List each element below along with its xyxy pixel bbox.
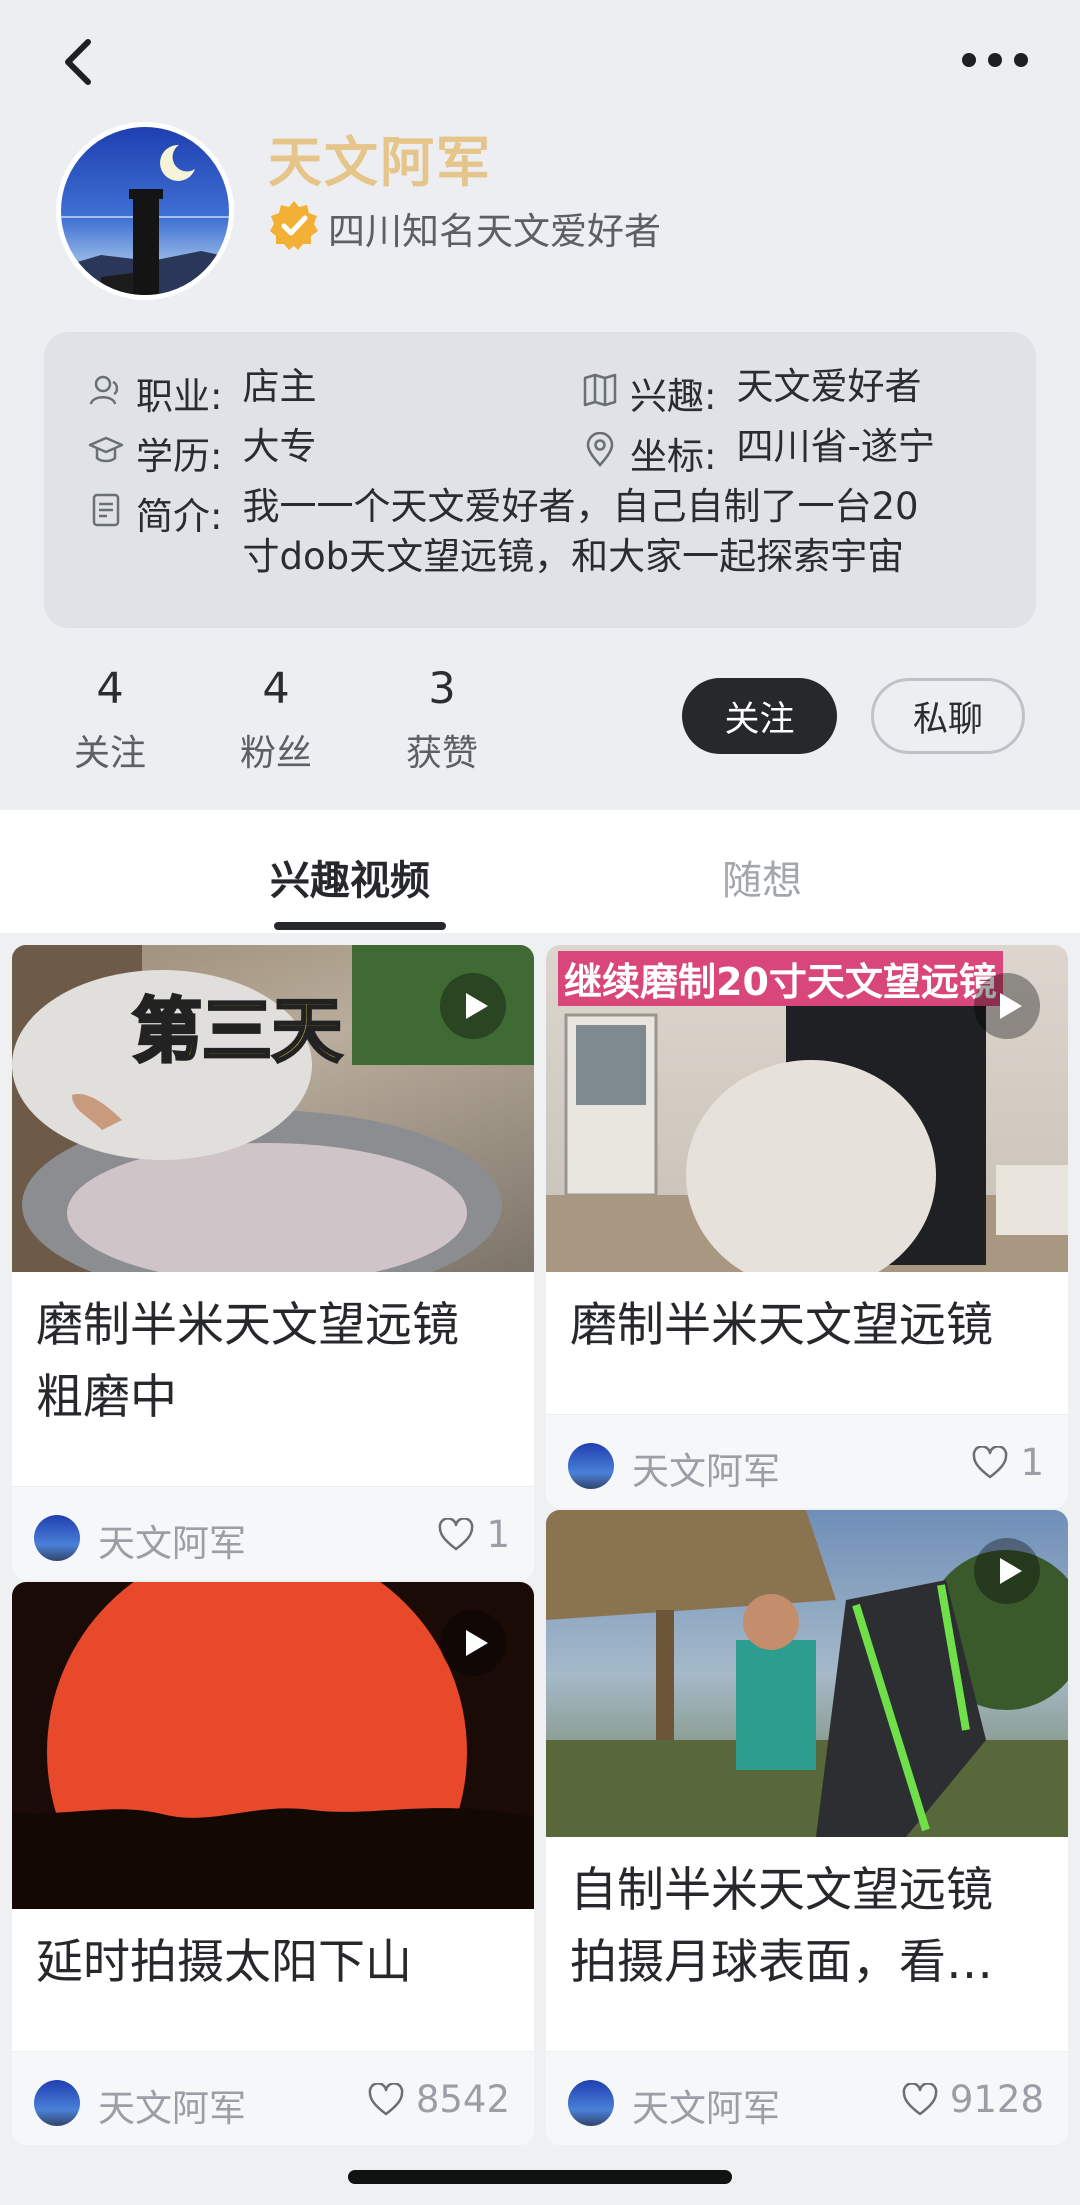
- avatar-image: [61, 144, 229, 295]
- bio-line-2: 寸dob天文望远镜，和大家一起探索宇宙: [242, 535, 905, 578]
- location-value: 四川省-遂宁: [736, 425, 935, 468]
- video-feed: 第三天 磨制半米天文望远镜 粗磨中 天文阿军 1 继续磨制20寸天文望远镜 磨制…: [0, 933, 1080, 2205]
- video-card[interactable]: 第三天 磨制半米天文望远镜 粗磨中 天文阿军 1: [12, 945, 534, 1580]
- video-title-line-1: 自制半米天文望远镜: [570, 1863, 993, 1918]
- stat-following-label: 关注: [73, 733, 146, 774]
- interest-label: 兴趣:: [630, 375, 717, 418]
- video-thumbnail: 第三天: [12, 945, 534, 1272]
- like-count: 9128: [949, 2078, 1044, 2121]
- back-button[interactable]: [52, 32, 112, 92]
- like-button[interactable]: 9128: [902, 2078, 1044, 2121]
- active-tab-indicator: [274, 922, 446, 930]
- stat-likes-num: 3: [428, 664, 456, 714]
- bio-label: 简介:: [136, 495, 223, 538]
- stat-likes[interactable]: 3 获赞: [382, 664, 502, 776]
- stat-following-num: 4: [96, 664, 124, 714]
- bio-text: 我一一个天文爱好者，自己自制了一台20 寸dob天文望远镜，和大家一起探索宇宙: [242, 482, 918, 582]
- info-interest: 兴趣: 天文爱好者: [582, 365, 921, 420]
- video-title-line-2: 粗磨中: [36, 1370, 177, 1425]
- author-name[interactable]: 天文阿军: [632, 2078, 780, 2132]
- thumbnail-caption: 第三天: [131, 989, 344, 1074]
- video-title-line-1: 延时拍摄太阳下山: [36, 1935, 412, 1990]
- more-button[interactable]: [955, 40, 1035, 80]
- like-count: 1: [1020, 1441, 1044, 1484]
- document-icon: [92, 493, 120, 527]
- profile-info-card: 职业: 店主 兴趣: 天文爱好者 学历: 大专 坐标: 四川省-遂宁 简介: 我…: [44, 332, 1036, 628]
- stat-fans[interactable]: 4 粉丝: [216, 664, 336, 776]
- chevron-left-icon: [65, 39, 91, 85]
- heart-icon: [902, 2082, 938, 2115]
- info-education: 学历: 大专: [88, 425, 316, 480]
- private-chat-button[interactable]: 私聊: [871, 678, 1025, 754]
- info-bio: 简介: 我一一个天文爱好者，自己自制了一台20 寸dob天文望远镜，和大家一起探…: [88, 485, 1008, 582]
- book-icon: [583, 373, 617, 407]
- video-card[interactable]: 继续磨制20寸天文望远镜 磨制半米天文望远镜 天文阿军 1: [546, 945, 1068, 1508]
- verified-title: 四川知名天文爱好者: [328, 210, 661, 253]
- avatar[interactable]: [56, 122, 234, 300]
- tab-interest-videos[interactable]: 兴趣视频: [270, 848, 430, 906]
- info-location: 坐标: 四川省-遂宁: [582, 425, 935, 480]
- interest-value: 天文爱好者: [736, 365, 922, 408]
- bio-line-1: 我一一个天文爱好者，自己自制了一台20: [242, 485, 919, 528]
- profile-name: 天文阿军: [268, 131, 492, 194]
- card-footer: 天文阿军 9128: [546, 2051, 1068, 2145]
- play-icon: [440, 973, 506, 1039]
- verified-badge-icon: [270, 201, 318, 250]
- play-icon: [440, 1610, 506, 1676]
- video-thumbnail: 继续磨制20寸天文望远镜: [546, 945, 1068, 1272]
- play-icon: [974, 1538, 1040, 1604]
- video-title: 自制半米天文望远镜 拍摄月球表面，看…: [570, 1855, 1060, 1999]
- like-button[interactable]: 1: [438, 1513, 510, 1556]
- tab-thoughts[interactable]: 随想: [722, 848, 802, 906]
- like-button[interactable]: 8542: [368, 2078, 510, 2121]
- location-label: 坐标:: [630, 435, 717, 478]
- info-job: 职业: 店主: [88, 365, 316, 420]
- location-pin-icon: [586, 432, 614, 467]
- video-card[interactable]: 延时拍摄太阳下山 天文阿军 8542: [12, 1582, 534, 2145]
- like-button[interactable]: 1: [972, 1441, 1044, 1484]
- home-indicator[interactable]: [348, 2170, 732, 2184]
- graduation-cap-icon: [88, 436, 124, 463]
- card-footer: 天文阿军 1: [12, 1486, 534, 1580]
- play-icon: [974, 973, 1040, 1039]
- video-title-line-1: 磨制半米天文望远镜: [570, 1298, 993, 1353]
- card-footer: 天文阿军 1: [546, 1414, 1068, 1508]
- person-icon: [89, 375, 119, 405]
- thumbnail-caption: 继续磨制20寸天文望远镜: [558, 951, 1003, 1006]
- author-name[interactable]: 天文阿军: [632, 1441, 780, 1495]
- education-value: 大专: [242, 425, 317, 468]
- like-count: 8542: [415, 2078, 510, 2121]
- video-thumbnail: [546, 1510, 1068, 1837]
- stat-fans-label: 粉丝: [239, 733, 312, 774]
- heart-icon: [439, 1517, 474, 1550]
- stat-likes-label: 获赞: [405, 733, 478, 774]
- stat-following[interactable]: 4 关注: [50, 664, 170, 776]
- author-avatar[interactable]: [34, 2080, 80, 2126]
- video-title: 延时拍摄太阳下山: [36, 1927, 526, 1999]
- author-avatar[interactable]: [568, 2080, 614, 2126]
- card-footer: 天文阿军 8542: [12, 2051, 534, 2145]
- video-title-line-1: 磨制半米天文望远镜: [36, 1298, 459, 1353]
- job-value: 店主: [242, 365, 317, 408]
- profile-header: 天文阿军 四川知名天文爱好者 职业: 店主 兴趣: 天文爱好者 学历: 大专 坐…: [0, 0, 1080, 810]
- video-title: 磨制半米天文望远镜: [570, 1290, 1060, 1362]
- job-label: 职业:: [136, 375, 223, 418]
- like-count: 1: [486, 1513, 510, 1556]
- stat-fans-num: 4: [262, 664, 290, 714]
- author-avatar[interactable]: [34, 1515, 80, 1561]
- author-name[interactable]: 天文阿军: [98, 2078, 246, 2132]
- video-thumbnail: [12, 1582, 534, 1909]
- more-dots-icon: [962, 53, 1028, 67]
- heart-icon: [368, 2082, 404, 2115]
- heart-icon: [973, 1445, 1008, 1478]
- video-title: 磨制半米天文望远镜 粗磨中: [36, 1290, 526, 1434]
- author-name[interactable]: 天文阿军: [98, 1513, 246, 1567]
- video-title-line-2: 拍摄月球表面，看…: [570, 1935, 993, 1990]
- content-tabs: 兴趣视频 随想: [0, 810, 1080, 933]
- follow-button[interactable]: 关注: [682, 678, 837, 754]
- author-avatar[interactable]: [568, 1443, 614, 1489]
- video-card[interactable]: 自制半米天文望远镜 拍摄月球表面，看… 天文阿军 9128: [546, 1510, 1068, 2145]
- education-label: 学历:: [136, 435, 223, 478]
